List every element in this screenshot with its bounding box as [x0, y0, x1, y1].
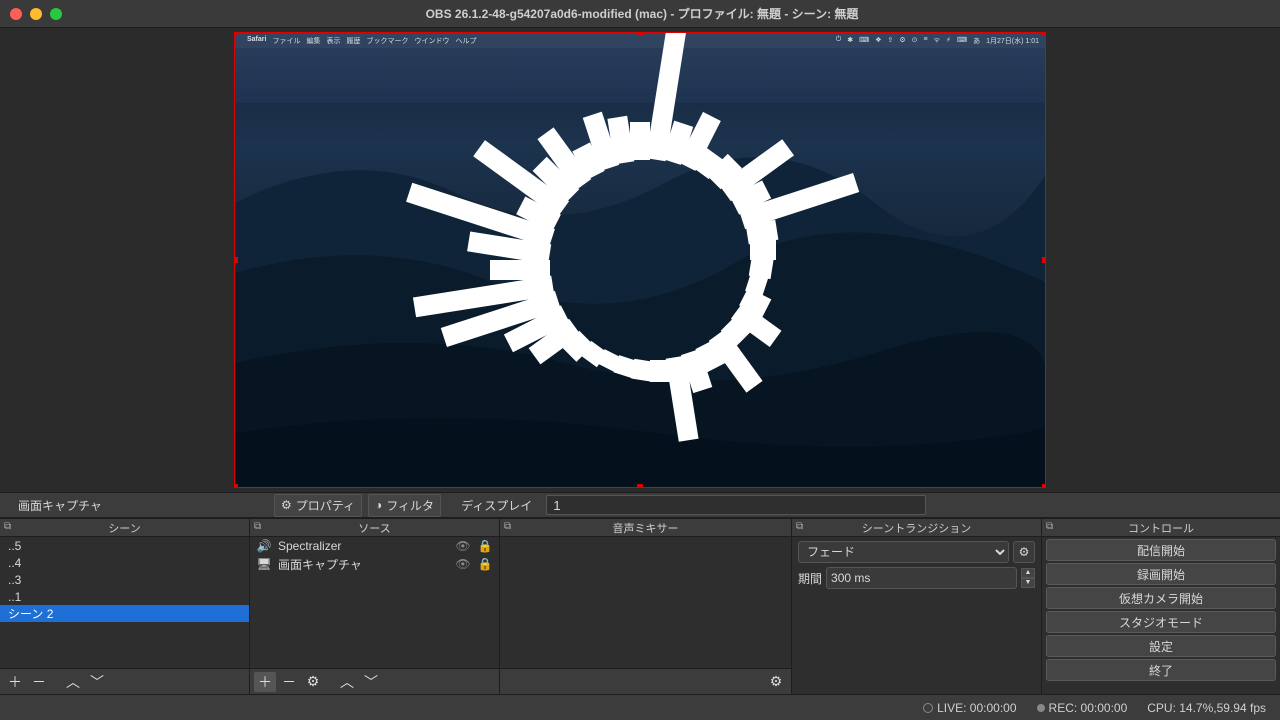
- transition-settings-button[interactable]: ⚙: [1013, 541, 1035, 563]
- menubar-app: Safari: [247, 36, 266, 46]
- broadcast-icon: [923, 703, 933, 713]
- handle-bottom-right[interactable]: [1042, 484, 1046, 488]
- audio-mixer-footer: ⚙: [500, 668, 791, 694]
- control-button[interactable]: 配信開始: [1046, 539, 1276, 561]
- handle-bottom-mid[interactable]: [637, 484, 643, 488]
- handle-bottom-left[interactable]: [234, 484, 238, 488]
- scene-item[interactable]: ..1: [0, 588, 249, 605]
- popout-icon[interactable]: ⧉: [4, 521, 11, 532]
- audio-mixer-title: ⧉ 音声ミキサー: [500, 519, 791, 537]
- landscape-illustration: [235, 33, 1046, 488]
- display-select[interactable]: [546, 495, 926, 515]
- maximize-button[interactable]: [50, 8, 62, 20]
- scenes-panel: ⧉ シーン ..5..4..3..1シーン 2 ＋ － ︿ ﹀: [0, 519, 250, 694]
- source-up-button[interactable]: ︿: [336, 672, 358, 692]
- transitions-body: フェード ⚙ 期間 ▲▼: [792, 537, 1041, 694]
- add-source-button[interactable]: ＋: [254, 672, 276, 692]
- rec-status: REC: 00:00:00: [1037, 701, 1128, 715]
- audio-mixer-body: [500, 537, 791, 668]
- monitor-icon: 🖥: [256, 557, 272, 571]
- sources-list[interactable]: 🔊 Spectralizer 👁 🔒 🖥 画面キャプチャ 👁 🔒: [250, 537, 499, 668]
- transition-select[interactable]: フェード: [798, 541, 1009, 563]
- gear-icon: ⚙: [281, 498, 292, 512]
- transitions-panel: ⧉ シーントランジション フェード ⚙ 期間 ▲▼: [792, 519, 1042, 694]
- control-button[interactable]: 設定: [1046, 635, 1276, 657]
- filter-icon: ◑: [375, 498, 382, 512]
- controls-body: 配信開始録画開始仮想カメラ開始スタジオモード設定終了: [1042, 537, 1280, 694]
- close-button[interactable]: [10, 8, 22, 20]
- status-bar: LIVE: 00:00:00 REC: 00:00:00 CPU: 14.7%,…: [0, 694, 1280, 720]
- duration-label: 期間: [798, 570, 822, 587]
- scene-down-button[interactable]: ﹀: [86, 672, 108, 692]
- handle-top-left[interactable]: [234, 32, 238, 36]
- audio-mixer-panel: ⧉ 音声ミキサー ⚙: [500, 519, 792, 694]
- add-scene-button[interactable]: ＋: [4, 672, 26, 692]
- lock-toggle[interactable]: 🔒: [477, 539, 493, 553]
- scenes-title: ⧉ シーン: [0, 519, 249, 537]
- popout-icon[interactable]: ⧉: [254, 521, 261, 532]
- remove-source-button[interactable]: －: [278, 672, 300, 692]
- scenes-footer: ＋ － ︿ ﹀: [0, 668, 249, 694]
- duration-spinner[interactable]: ▲▼: [1021, 568, 1035, 588]
- source-name: Spectralizer: [278, 539, 449, 553]
- scene-item[interactable]: ..5: [0, 537, 249, 554]
- filters-button[interactable]: ◑ フィルタ: [368, 494, 441, 517]
- scene-item[interactable]: ..4: [0, 554, 249, 571]
- record-icon: [1037, 704, 1045, 712]
- sources-footer: ＋ － ⚙ ︿ ﹀: [250, 668, 499, 694]
- minimize-button[interactable]: [30, 8, 42, 20]
- scene-up-button[interactable]: ︿: [62, 672, 84, 692]
- source-down-button[interactable]: ﹀: [360, 672, 382, 692]
- cpu-status: CPU: 14.7%,59.94 fps: [1147, 701, 1266, 715]
- visibility-toggle[interactable]: 👁: [455, 557, 471, 571]
- control-button[interactable]: 録画開始: [1046, 563, 1276, 585]
- sources-panel: ⧉ ソース 🔊 Spectralizer 👁 🔒 🖥 画面キャプチャ 👁 🔒 ＋ － ⚙ ︿ …: [250, 519, 500, 694]
- controls-panel: ⧉ コントロール 配信開始録画開始仮想カメラ開始スタジオモード設定終了: [1042, 519, 1280, 694]
- handle-top-mid[interactable]: [637, 32, 643, 36]
- source-context-toolbar: 画面キャプチャ ⚙ プロパティ ◑ フィルタ ディスプレイ: [0, 492, 1280, 518]
- duration-input[interactable]: [826, 567, 1017, 589]
- titlebar: OBS 26.1.2-48-g54207a0d6-modified (mac) …: [0, 0, 1280, 28]
- handle-left-mid[interactable]: [234, 257, 238, 263]
- properties-button[interactable]: ⚙ プロパティ: [274, 494, 362, 517]
- menubar-right-icons: ⏻✱ ⌨❖ ⇪⚙ ⊙≡ ᯤ⚡︎ ⌨あ 1月27日(水) 1:01: [836, 36, 1039, 46]
- docks-row: ⧉ シーン ..5..4..3..1シーン 2 ＋ － ︿ ﹀ ⧉ ソース 🔊 S…: [0, 518, 1280, 694]
- popout-icon[interactable]: ⧉: [796, 521, 803, 532]
- sources-title: ⧉ ソース: [250, 519, 499, 537]
- visibility-toggle[interactable]: 👁: [455, 539, 471, 553]
- remove-scene-button[interactable]: －: [28, 672, 50, 692]
- control-button[interactable]: スタジオモード: [1046, 611, 1276, 633]
- transitions-title: ⧉ シーントランジション: [792, 519, 1041, 537]
- preview-canvas[interactable]: Safari ファイル 編集 表示 履歴 ブックマーク ウインドウ ヘルプ ⏻✱…: [234, 32, 1046, 488]
- source-name: 画面キャプチャ: [278, 556, 449, 573]
- handle-top-right[interactable]: [1042, 32, 1046, 36]
- scene-item[interactable]: ..3: [0, 571, 249, 588]
- source-item[interactable]: 🖥 画面キャプチャ 👁 🔒: [250, 555, 499, 573]
- source-item[interactable]: 🔊 Spectralizer 👁 🔒: [250, 537, 499, 555]
- live-status: LIVE: 00:00:00: [923, 701, 1016, 715]
- traffic-lights: [10, 8, 62, 20]
- scene-item[interactable]: シーン 2: [0, 605, 249, 622]
- lock-toggle[interactable]: 🔒: [477, 557, 493, 571]
- popout-icon[interactable]: ⧉: [1046, 521, 1053, 532]
- control-button[interactable]: 仮想カメラ開始: [1046, 587, 1276, 609]
- property-key-label: ディスプレイ: [453, 495, 540, 516]
- window-title: OBS 26.1.2-48-g54207a0d6-modified (mac) …: [62, 5, 1222, 22]
- scenes-list[interactable]: ..5..4..3..1シーン 2: [0, 537, 249, 668]
- control-button[interactable]: 終了: [1046, 659, 1276, 681]
- source-properties-button[interactable]: ⚙: [302, 672, 324, 692]
- handle-right-mid[interactable]: [1042, 257, 1046, 263]
- preview-area[interactable]: Safari ファイル 編集 表示 履歴 ブックマーク ウインドウ ヘルプ ⏻✱…: [0, 28, 1280, 492]
- speaker-icon: 🔊: [256, 539, 272, 553]
- mixer-settings-button[interactable]: ⚙: [765, 672, 787, 692]
- popout-icon[interactable]: ⧉: [504, 521, 511, 532]
- controls-title: ⧉ コントロール: [1042, 519, 1280, 537]
- selected-source-label: 画面キャプチャ: [6, 494, 246, 517]
